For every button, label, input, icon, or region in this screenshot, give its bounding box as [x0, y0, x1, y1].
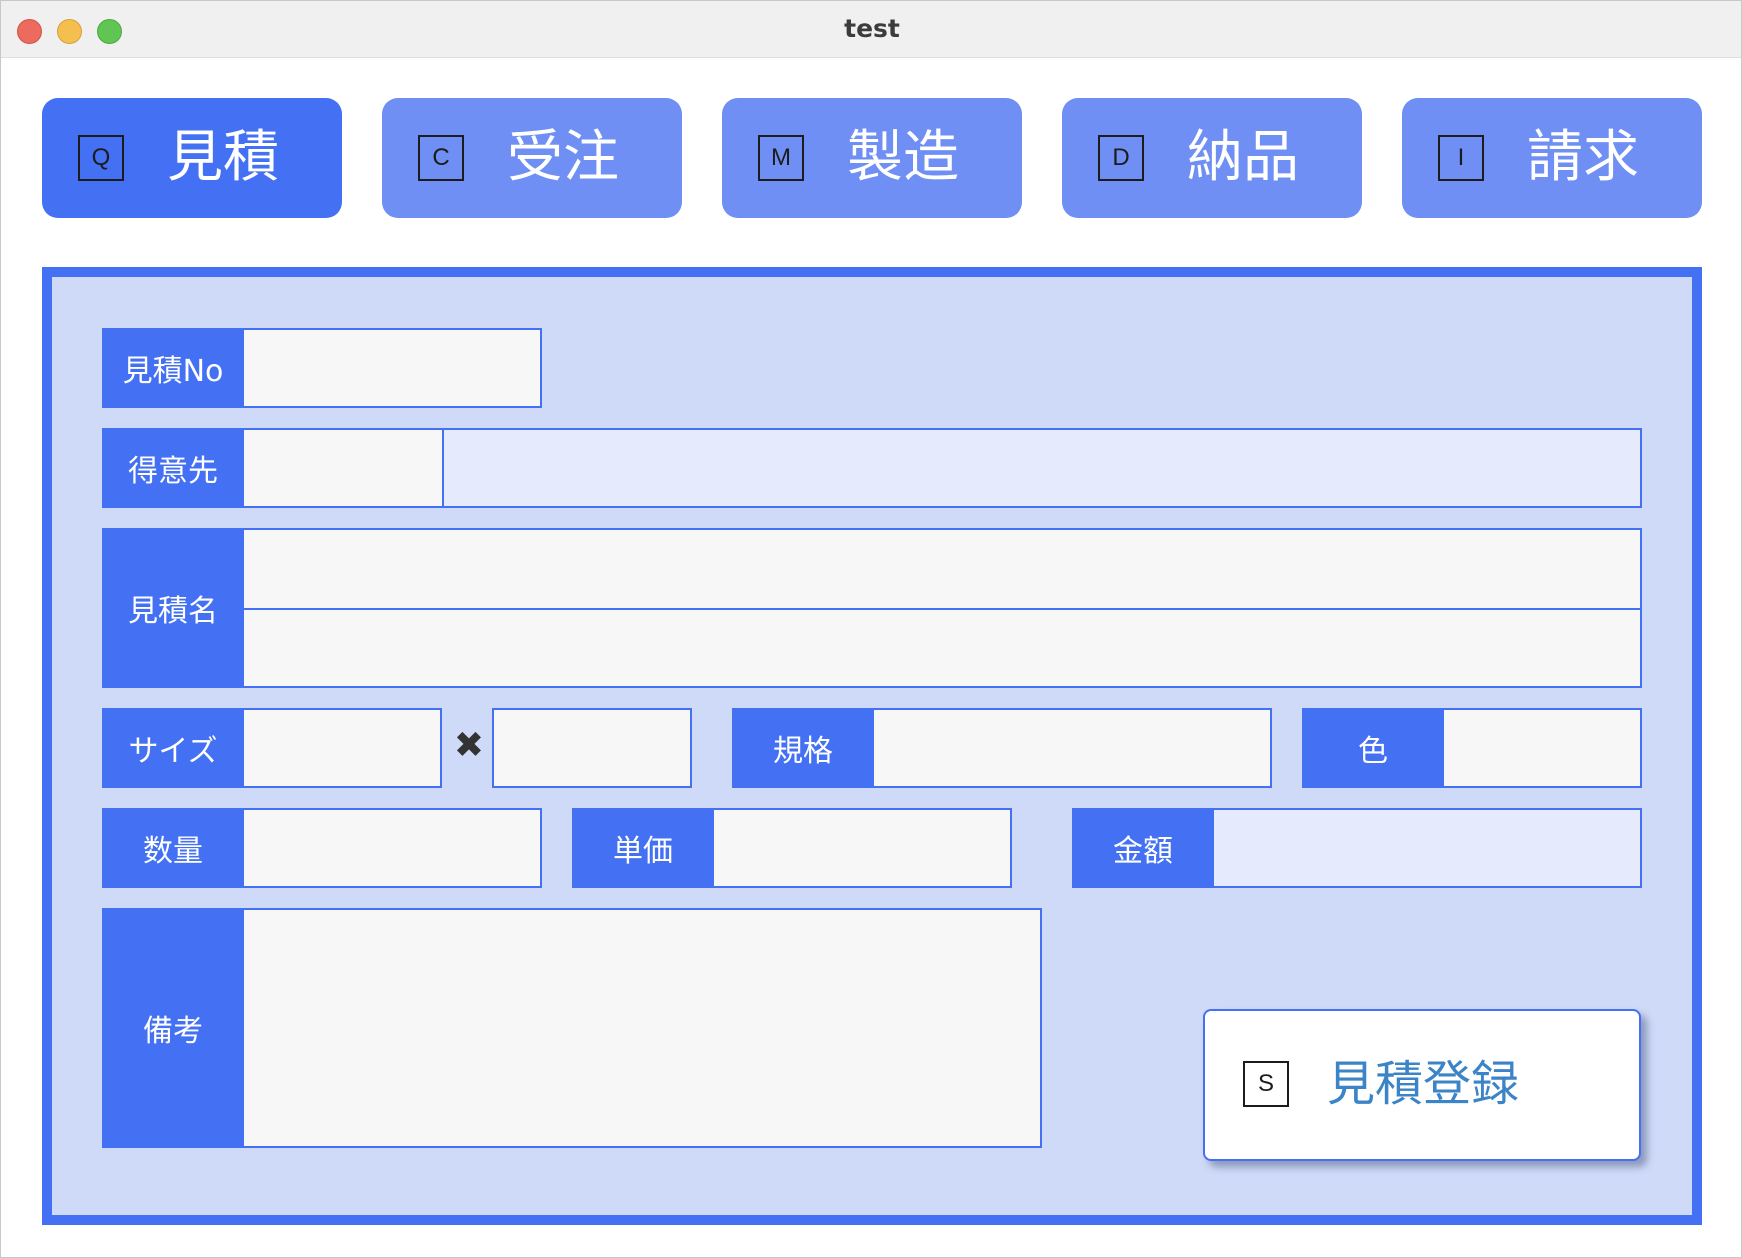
nav-button-invoice[interactable]: I 請求	[1402, 98, 1702, 218]
title-bar: test	[1, 1, 1741, 58]
shortcut-key-badge: S	[1243, 1061, 1289, 1107]
estimate-no-label: 見積No	[102, 328, 244, 408]
register-estimate-button[interactable]: S 見積登録	[1203, 1009, 1641, 1161]
remarks-textarea[interactable]	[242, 908, 1042, 1148]
nav-button-delivery[interactable]: D 納品	[1062, 98, 1362, 218]
estimate-name-input-line1[interactable]	[242, 528, 1642, 610]
unit-price-label: 単価	[572, 808, 714, 888]
nav-button-label: 請求	[1527, 125, 1639, 190]
shortcut-key-badge: M	[758, 135, 804, 181]
color-input[interactable]	[1442, 708, 1642, 788]
spec-input[interactable]	[872, 708, 1272, 788]
nav-button-label: 受注	[507, 125, 619, 190]
unit-price-input[interactable]	[712, 808, 1012, 888]
size-height-input[interactable]	[492, 708, 692, 788]
nav-button-label: 見積	[167, 125, 279, 190]
window-title: test	[844, 14, 900, 43]
customer-name-field	[442, 428, 1642, 508]
customer-label: 得意先	[102, 428, 244, 508]
shortcut-key-badge: D	[1098, 135, 1144, 181]
nav-button-label: 製造	[847, 125, 959, 190]
estimate-name-input-line2[interactable]	[242, 608, 1642, 688]
nav-button-order[interactable]: C 受注	[382, 98, 682, 218]
multiply-icon: ✖	[453, 725, 485, 766]
nav-button-label: 納品	[1187, 125, 1299, 190]
color-label: 色	[1302, 708, 1444, 788]
quantity-label: 数量	[102, 808, 244, 888]
shortcut-key-badge: I	[1438, 135, 1484, 181]
estimate-name-label: 見積名	[102, 528, 244, 688]
quantity-input[interactable]	[242, 808, 542, 888]
nav-button-estimate[interactable]: Q 見積	[42, 98, 342, 218]
size-width-input[interactable]	[242, 708, 442, 788]
nav-button-manufacturing[interactable]: M 製造	[722, 98, 1022, 218]
size-label: サイズ	[102, 708, 244, 788]
app-window: test Q 見積 C 受注 M 製造 D 納品 I 請求 見積No 得意先 見…	[0, 0, 1742, 1258]
estimate-no-input[interactable]	[242, 328, 542, 408]
register-estimate-label: 見積登録	[1327, 1056, 1520, 1112]
remarks-label: 備考	[102, 908, 244, 1148]
spec-label: 規格	[732, 708, 874, 788]
amount-label: 金額	[1072, 808, 1214, 888]
customer-code-input[interactable]	[242, 428, 444, 508]
shortcut-key-badge: Q	[78, 135, 124, 181]
amount-field	[1212, 808, 1642, 888]
shortcut-key-badge: C	[418, 135, 464, 181]
